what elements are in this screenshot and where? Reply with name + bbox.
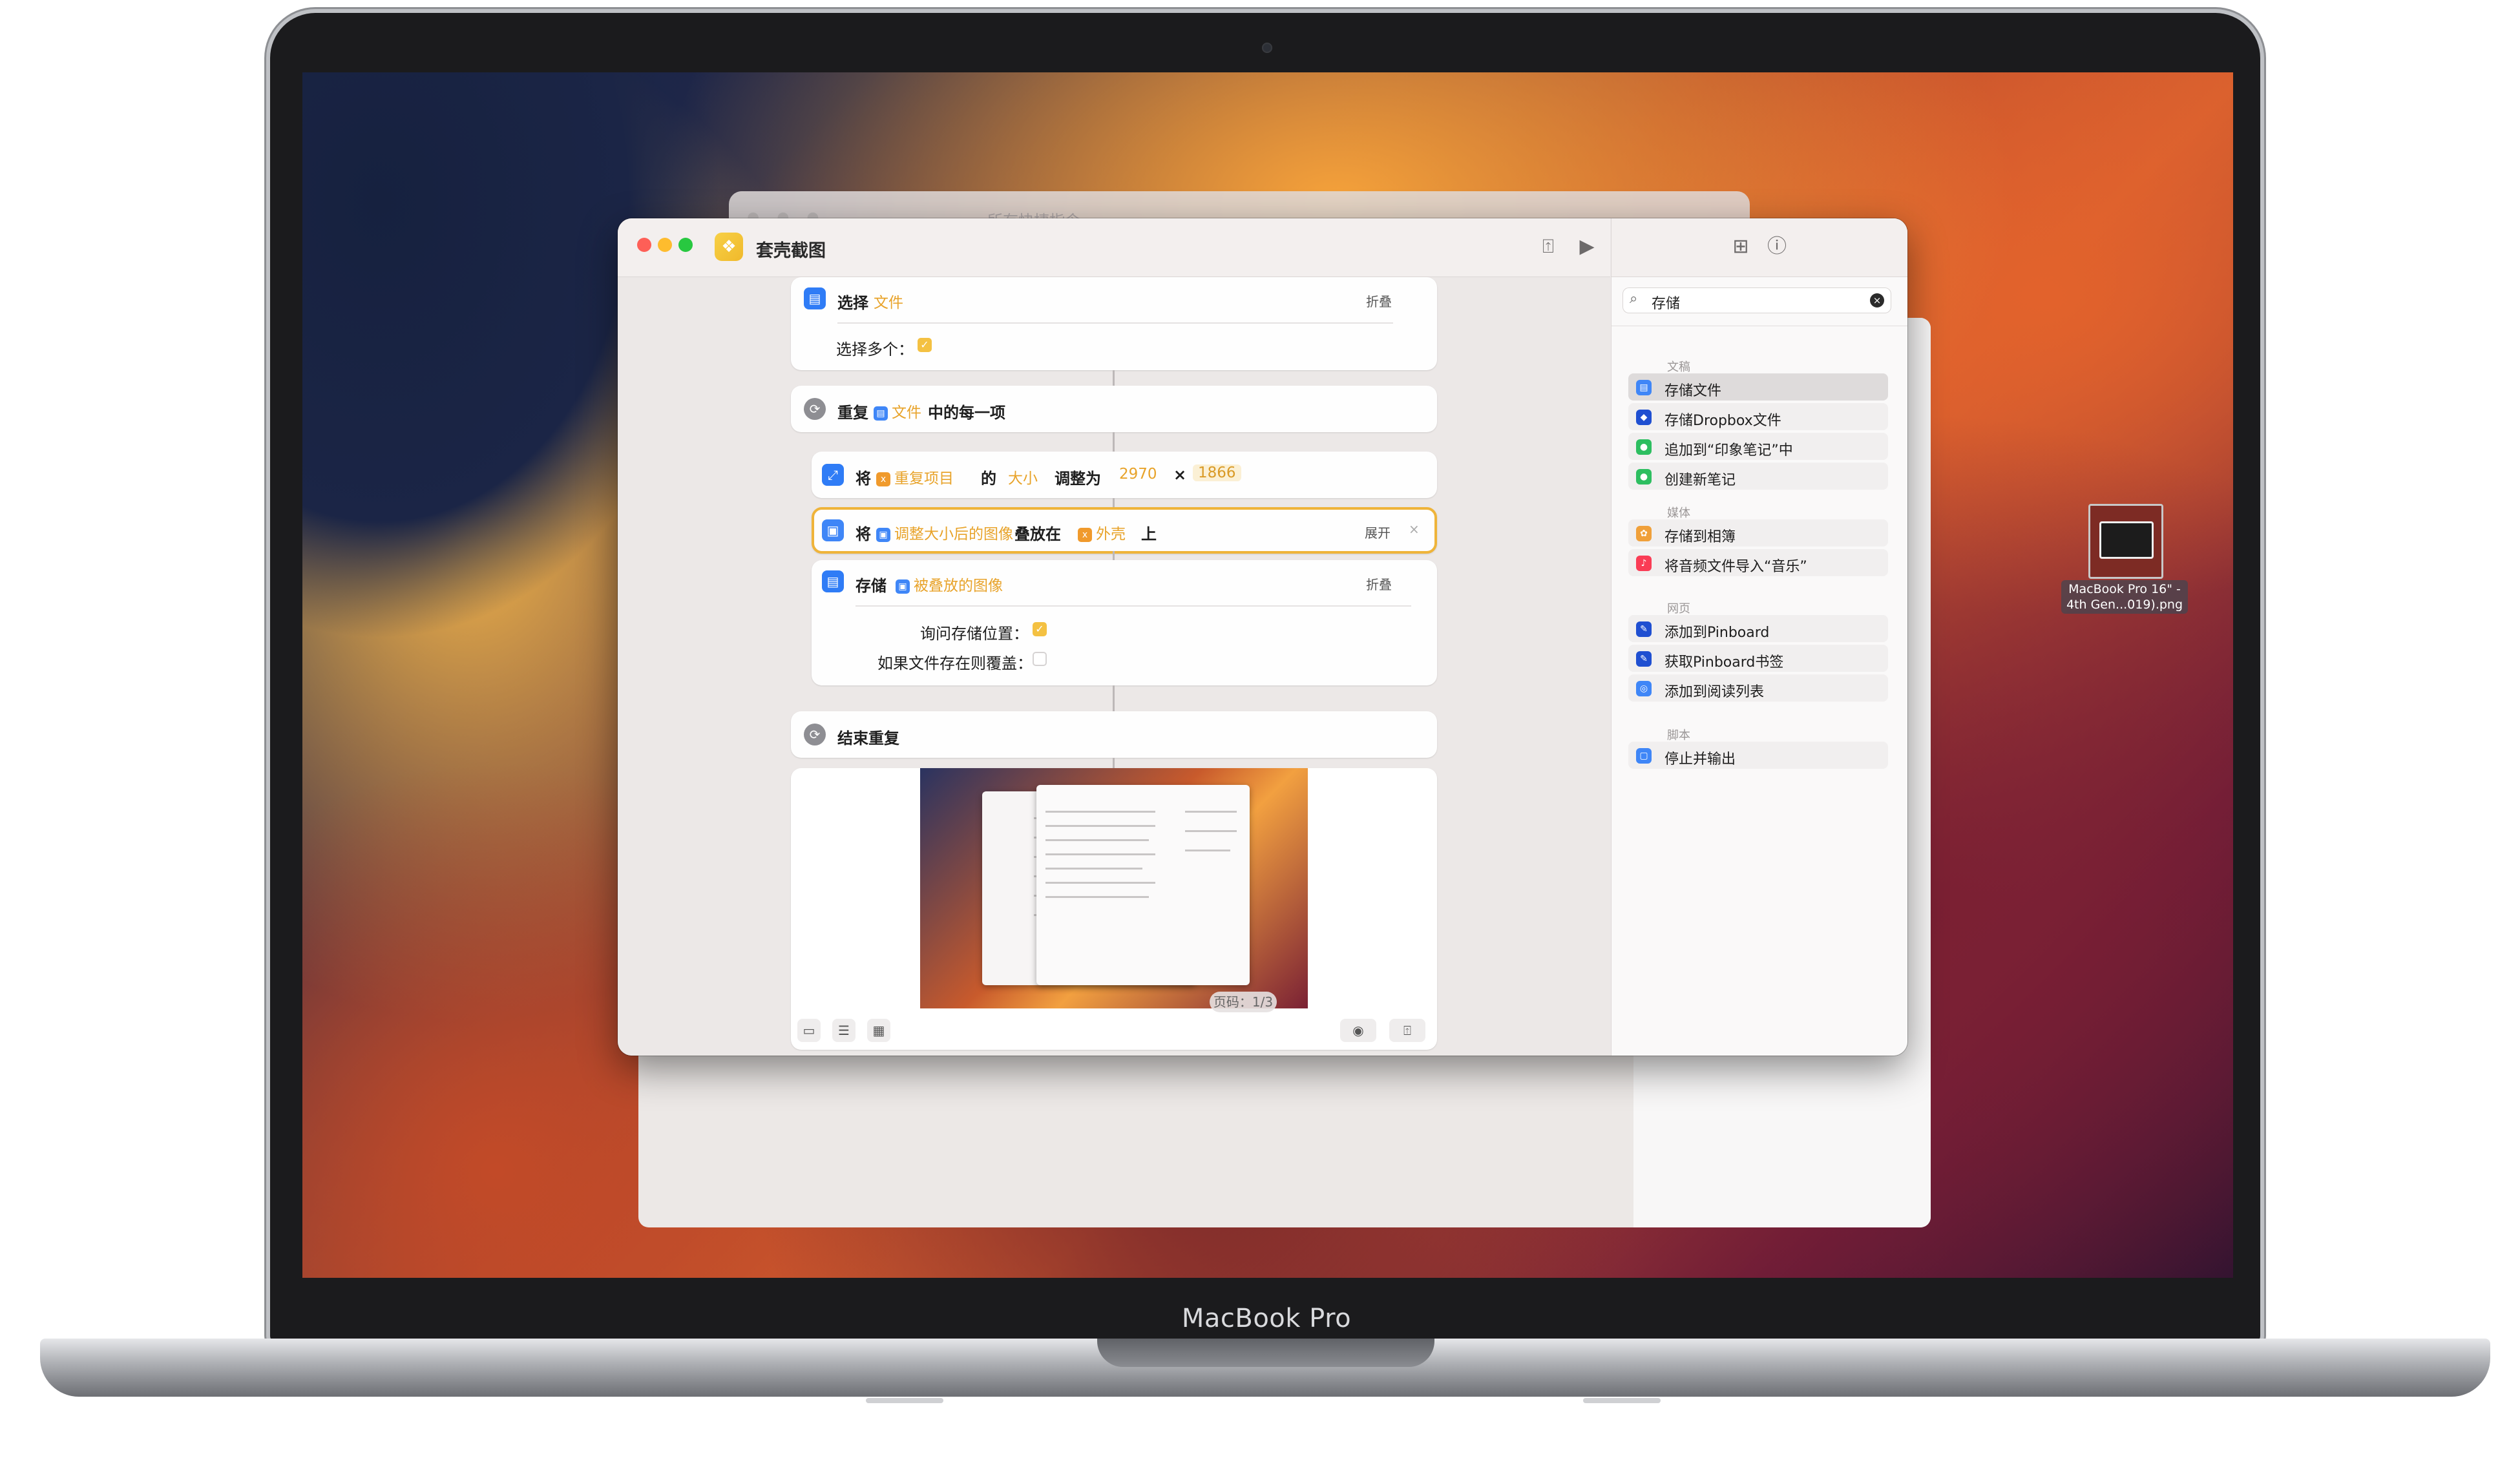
repeat-icon: ⟳: [804, 398, 826, 420]
laptop-thumbnail-icon: [2099, 521, 2154, 559]
variable-icon: ▣: [896, 579, 910, 594]
window-title[interactable]: 套壳截图: [756, 236, 826, 262]
height-field[interactable]: 1866: [1193, 464, 1241, 481]
resized-image-token[interactable]: ▣ 调整大小后的图像: [876, 521, 1013, 543]
collapse-button[interactable]: 折叠: [1366, 574, 1392, 593]
action-library-panel: ⊞ ⓘ ⌕ 存储 × 文稿 ▤ 存储文件 ◆ 存储Dropbox文件 ● 追加到…: [1611, 218, 1907, 1056]
zoom-window-button[interactable]: [678, 238, 693, 252]
file-icon: ▤: [804, 287, 826, 309]
select-multiple-checkbox[interactable]: ✓: [918, 338, 932, 352]
ask-location-checkbox[interactable]: ✓: [1033, 622, 1047, 636]
overwrite-checkbox[interactable]: [1033, 652, 1047, 666]
ask-location-label: 询问存储位置：: [920, 625, 1029, 643]
desktop-file-icon[interactable]: [2088, 504, 2163, 579]
shortcut-editor-window: ❖ 套壳截图 ⍐ ▶ ▤ 选择 文件 折叠 选择多个： ✓ ⟳ 重复 ▤ 文件 …: [618, 218, 1907, 1056]
section-header: 文稿: [1667, 360, 1690, 374]
camera: [1262, 43, 1272, 53]
library-item-import-music[interactable]: ♪ 将音频文件导入“音乐”: [1628, 549, 1888, 576]
desktop-file-label[interactable]: MacBook Pro 16" - 4th Gen...019).png: [2061, 580, 2188, 614]
safari-icon: ◎: [1636, 681, 1652, 696]
title-bar: ❖ 套壳截图 ⍐ ▶: [618, 218, 1610, 277]
eye-icon[interactable]: ◉: [1340, 1019, 1376, 1042]
desktop: ● ● ● 所有快捷指令 MacBook Pro 16" - 4th Gen..…: [302, 72, 2233, 1278]
search-input[interactable]: 存储: [1652, 292, 1680, 313]
library-item-reading-list[interactable]: ◎ 添加到阅读列表: [1628, 674, 1888, 702]
library-item-stop-output[interactable]: ▢ 停止并输出: [1628, 742, 1888, 769]
repeat-action[interactable]: ⟳ 重复 ▤ 文件 中的每一项: [791, 386, 1437, 432]
repeat-item-token[interactable]: x 重复项目: [876, 466, 954, 488]
repeat-icon: ⟳: [804, 724, 826, 746]
evernote-icon: ●: [1636, 469, 1652, 485]
brand-label: MacBook Pro: [1181, 1304, 1352, 1333]
resize-image-action[interactable]: ⤢ 将 x 重复项目 的 大小 调整为 2970 × 1866: [812, 452, 1437, 498]
result-preview[interactable]: 页码：1/3 ▭ ☰ ▦ ◉ ⍐: [791, 768, 1437, 1050]
variable-icon: x: [1078, 527, 1092, 542]
photos-icon: ✿: [1636, 526, 1652, 541]
file-icon: ▤: [1636, 380, 1652, 395]
library-item-create-note[interactable]: ● 创建新笔记: [1628, 463, 1888, 490]
page-indicator: 页码：1/3: [1210, 992, 1277, 1012]
grid-view-icon[interactable]: ▦: [867, 1019, 890, 1042]
section-header: 网页: [1667, 602, 1690, 616]
shell-token[interactable]: x 外壳: [1078, 521, 1126, 543]
variable-icon: ▣: [876, 527, 890, 542]
overlay-icon: ▣: [822, 519, 844, 541]
library-item-get-pinboard[interactable]: ✎ 获取Pinboard书签: [1628, 645, 1888, 672]
dropbox-icon: ◆: [1636, 410, 1652, 425]
remove-action-button[interactable]: ×: [1409, 521, 1420, 537]
play-icon[interactable]: ▶: [1574, 234, 1600, 260]
action-verb: 将: [856, 525, 871, 543]
repeat-suffix: 中的每一项: [928, 404, 1005, 422]
action-verb: 选择: [837, 294, 868, 312]
single-page-view-icon[interactable]: ▭: [797, 1019, 821, 1042]
section-header: 脚本: [1667, 729, 1690, 742]
file-icon: ▤: [874, 406, 888, 421]
music-icon: ♪: [1636, 556, 1652, 571]
overlaid-image-token[interactable]: ▣ 被叠放的图像: [896, 573, 1003, 595]
share-icon[interactable]: ⍐: [1389, 1019, 1425, 1042]
clear-icon[interactable]: ×: [1870, 293, 1884, 308]
pinboard-icon: ✎: [1636, 651, 1652, 667]
preview-image: 页码：1/3: [920, 768, 1308, 1012]
select-file-action[interactable]: ▤ 选择 文件 折叠 选择多个： ✓: [791, 277, 1437, 370]
stop-output-icon: ▢: [1636, 748, 1652, 764]
share-icon[interactable]: ⍐: [1535, 234, 1561, 260]
resize-icon: ⤢: [822, 464, 844, 486]
library-item-add-pinboard[interactable]: ✎ 添加到Pinboard: [1628, 615, 1888, 642]
section-header: 媒体: [1667, 506, 1690, 520]
end-repeat-label: 结束重复: [837, 729, 899, 747]
size-param[interactable]: 大小: [1008, 466, 1038, 488]
select-multiple-label: 选择多个：: [836, 340, 914, 359]
overwrite-label: 如果文件存在则覆盖：: [877, 654, 1033, 673]
library-item-append-evernote[interactable]: ● 追加到“印象笔记”中: [1628, 433, 1888, 460]
end-repeat-action[interactable]: ⟳ 结束重复: [791, 711, 1437, 758]
search-field[interactable]: ⌕ 存储 ×: [1623, 288, 1891, 313]
overlay-image-action[interactable]: ▣ 将 ▣ 调整大小后的图像 叠放在 x 外壳 上 展开 ×: [812, 507, 1437, 554]
save-file-icon: ▤: [822, 570, 844, 592]
variable-icon: x: [876, 472, 890, 486]
library-item-save-dropbox[interactable]: ◆ 存储Dropbox文件: [1628, 403, 1888, 430]
expand-button[interactable]: 展开: [1365, 523, 1391, 541]
action-verb: 将: [856, 470, 871, 488]
action-editor: ▤ 选择 文件 折叠 选择多个： ✓ ⟳ 重复 ▤ 文件 中的每一项 ⤢ 将 x…: [618, 277, 1610, 1056]
collapse-button[interactable]: 折叠: [1366, 291, 1392, 310]
close-window-button[interactable]: [637, 238, 651, 252]
library-item-save-photos[interactable]: ✿ 存储到相簿: [1628, 519, 1888, 547]
shortcuts-icon: ❖: [715, 233, 743, 261]
repeat-file-param[interactable]: ▤ 文件: [874, 400, 921, 422]
list-view-icon[interactable]: ☰: [832, 1019, 856, 1042]
library-item-save-file[interactable]: ▤ 存储文件: [1628, 373, 1888, 401]
action-verb: 存储: [856, 577, 887, 595]
laptop-notch: [1097, 1339, 1434, 1367]
save-file-action[interactable]: ▤ 存储 ▣ 被叠放的图像 折叠 询问存储位置： ✓ 如果文件存在则覆盖：: [812, 560, 1437, 685]
pinboard-icon: ✎: [1636, 621, 1652, 637]
info-icon[interactable]: ⓘ: [1764, 234, 1790, 260]
action-verb: 重复: [837, 404, 868, 422]
minimize-window-button[interactable]: [658, 238, 672, 252]
width-field[interactable]: 2970: [1119, 466, 1157, 483]
search-icon: ⌕: [1630, 291, 1638, 307]
file-param[interactable]: 文件: [874, 290, 903, 312]
add-to-library-icon[interactable]: ⊞: [1728, 234, 1754, 260]
evernote-icon: ●: [1636, 439, 1652, 455]
